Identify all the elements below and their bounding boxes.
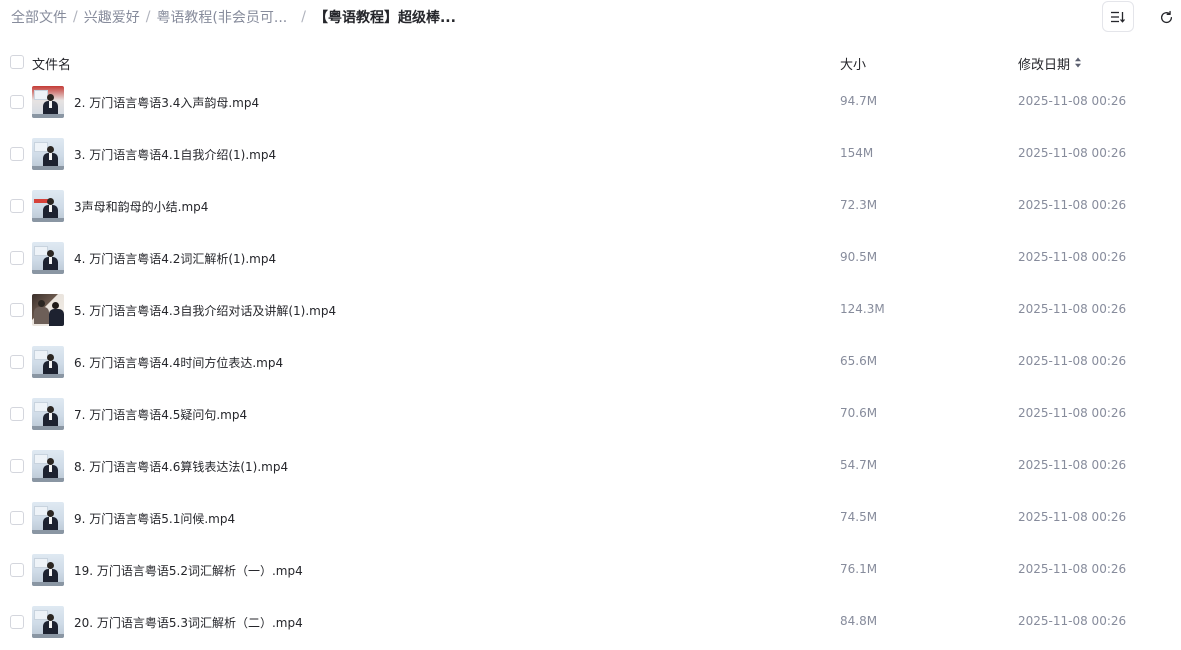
file-modified: 2025-11-08 00:26 — [1018, 302, 1127, 316]
file-list: 2. 万门语言粤语3.4入声韵母.mp4 94.7M 2025-11-08 00… — [0, 76, 1181, 648]
file-size: 76.1M — [840, 562, 878, 576]
file-size: 84.8M — [840, 614, 878, 628]
file-name[interactable]: 7. 万门语言粤语4.5疑问句.mp4 — [74, 406, 247, 423]
table-row[interactable]: 20. 万门语言粤语5.3词汇解析（二）.mp4 84.8M 2025-11-0… — [0, 596, 1181, 648]
video-thumbnail — [32, 554, 64, 586]
file-name[interactable]: 20. 万门语言粤语5.3词汇解析（二）.mp4 — [74, 614, 303, 631]
file-name[interactable]: 6. 万门语言粤语4.4时间方位表达.mp4 — [74, 354, 283, 371]
sort-button[interactable] — [1102, 1, 1134, 32]
file-modified: 2025-11-08 00:26 — [1018, 614, 1127, 628]
breadcrumb-cantonese-course[interactable]: 粤语教程(非会员可... — [156, 7, 287, 27]
video-thumbnail — [32, 398, 64, 430]
sort-updown-icon[interactable] — [1074, 57, 1082, 68]
file-size: 90.5M — [840, 250, 878, 264]
row-checkbox[interactable] — [10, 511, 24, 525]
file-name[interactable]: 19. 万门语言粤语5.2词汇解析（一）.mp4 — [74, 562, 303, 579]
row-checkbox[interactable] — [10, 303, 24, 317]
file-modified: 2025-11-08 00:26 — [1018, 406, 1127, 420]
video-thumbnail — [32, 294, 64, 326]
file-size: 124.3M — [840, 302, 885, 316]
file-modified: 2025-11-08 00:26 — [1018, 354, 1127, 368]
row-checkbox[interactable] — [10, 147, 24, 161]
video-thumbnail — [32, 346, 64, 378]
video-thumbnail — [32, 606, 64, 638]
sort-list-icon — [1111, 11, 1125, 23]
table-row[interactable]: 3声母和韵母的小结.mp4 72.3M 2025-11-08 00:26 — [0, 180, 1181, 232]
video-thumbnail — [32, 138, 64, 170]
breadcrumb-separator: / — [145, 9, 151, 25]
table-row[interactable]: 5. 万门语言粤语4.3自我介绍对话及讲解(1).mp4 124.3M 2025… — [0, 284, 1181, 336]
video-thumbnail — [32, 190, 64, 222]
file-name[interactable]: 2. 万门语言粤语3.4入声韵母.mp4 — [74, 94, 259, 111]
breadcrumb: 全部文件 / 兴趣爱好 / 粤语教程(非会员可... / 【粤语教程】超级棒..… — [11, 7, 456, 27]
table-row[interactable]: 19. 万门语言粤语5.2词汇解析（一）.mp4 76.1M 2025-11-0… — [0, 544, 1181, 596]
table-row[interactable]: 7. 万门语言粤语4.5疑问句.mp4 70.6M 2025-11-08 00:… — [0, 388, 1181, 440]
column-header-size[interactable]: 大小 — [840, 54, 866, 73]
file-modified: 2025-11-08 00:26 — [1018, 146, 1127, 160]
row-checkbox[interactable] — [10, 459, 24, 473]
file-modified: 2025-11-08 00:26 — [1018, 198, 1127, 212]
video-thumbnail — [32, 450, 64, 482]
column-header-modified[interactable]: 修改日期 — [1018, 54, 1070, 73]
file-modified: 2025-11-08 00:26 — [1018, 94, 1127, 108]
file-size: 70.6M — [840, 406, 878, 420]
file-size: 72.3M — [840, 198, 878, 212]
refresh-icon — [1160, 10, 1172, 23]
file-modified: 2025-11-08 00:26 — [1018, 250, 1127, 264]
breadcrumb-separator: / — [73, 9, 78, 25]
file-name[interactable]: 8. 万门语言粤语4.6算钱表达法(1).mp4 — [74, 458, 288, 475]
file-name[interactable]: 3声母和韵母的小结.mp4 — [74, 198, 208, 215]
file-size: 154M — [840, 146, 874, 160]
column-header-name[interactable]: 文件名 — [32, 54, 71, 73]
refresh-button[interactable] — [1154, 5, 1178, 29]
top-bar: 全部文件 / 兴趣爱好 / 粤语教程(非会员可... / 【粤语教程】超级棒..… — [0, 0, 1181, 34]
file-size: 74.5M — [840, 510, 878, 524]
file-size: 94.7M — [840, 94, 878, 108]
table-row[interactable]: 9. 万门语言粤语5.1问候.mp4 74.5M 2025-11-08 00:2… — [0, 492, 1181, 544]
row-checkbox[interactable] — [10, 615, 24, 629]
file-modified: 2025-11-08 00:26 — [1018, 458, 1127, 472]
table-row[interactable]: 8. 万门语言粤语4.6算钱表达法(1).mp4 54.7M 2025-11-0… — [0, 440, 1181, 492]
breadcrumb-separator: / — [301, 9, 306, 25]
video-thumbnail — [32, 242, 64, 274]
file-modified: 2025-11-08 00:26 — [1018, 510, 1127, 524]
video-thumbnail — [32, 502, 64, 534]
file-name[interactable]: 9. 万门语言粤语5.1问候.mp4 — [74, 510, 235, 527]
breadcrumb-hobbies[interactable]: 兴趣爱好 — [84, 7, 140, 27]
select-all-checkbox[interactable] — [10, 55, 24, 69]
file-name[interactable]: 4. 万门语言粤语4.2词汇解析(1).mp4 — [74, 250, 276, 267]
row-checkbox[interactable] — [10, 355, 24, 369]
table-row[interactable]: 2. 万门语言粤语3.4入声韵母.mp4 94.7M 2025-11-08 00… — [0, 76, 1181, 128]
video-thumbnail — [32, 86, 64, 118]
row-checkbox[interactable] — [10, 563, 24, 577]
table-row[interactable]: 3. 万门语言粤语4.1自我介绍(1).mp4 154M 2025-11-08 … — [0, 128, 1181, 180]
row-checkbox[interactable] — [10, 251, 24, 265]
file-modified: 2025-11-08 00:26 — [1018, 562, 1127, 576]
breadcrumb-all-files[interactable]: 全部文件 — [11, 7, 67, 27]
breadcrumb-current-folder: 【粤语教程】超级棒... — [313, 10, 456, 26]
table-header: 文件名 大小 修改日期 — [0, 50, 1181, 74]
file-size: 65.6M — [840, 354, 878, 368]
file-name[interactable]: 5. 万门语言粤语4.3自我介绍对话及讲解(1).mp4 — [74, 302, 336, 319]
row-checkbox[interactable] — [10, 95, 24, 109]
row-checkbox[interactable] — [10, 407, 24, 421]
table-row[interactable]: 4. 万门语言粤语4.2词汇解析(1).mp4 90.5M 2025-11-08… — [0, 232, 1181, 284]
file-name[interactable]: 3. 万门语言粤语4.1自我介绍(1).mp4 — [74, 146, 276, 163]
row-checkbox[interactable] — [10, 199, 24, 213]
file-size: 54.7M — [840, 458, 878, 472]
table-row[interactable]: 6. 万门语言粤语4.4时间方位表达.mp4 65.6M 2025-11-08 … — [0, 336, 1181, 388]
